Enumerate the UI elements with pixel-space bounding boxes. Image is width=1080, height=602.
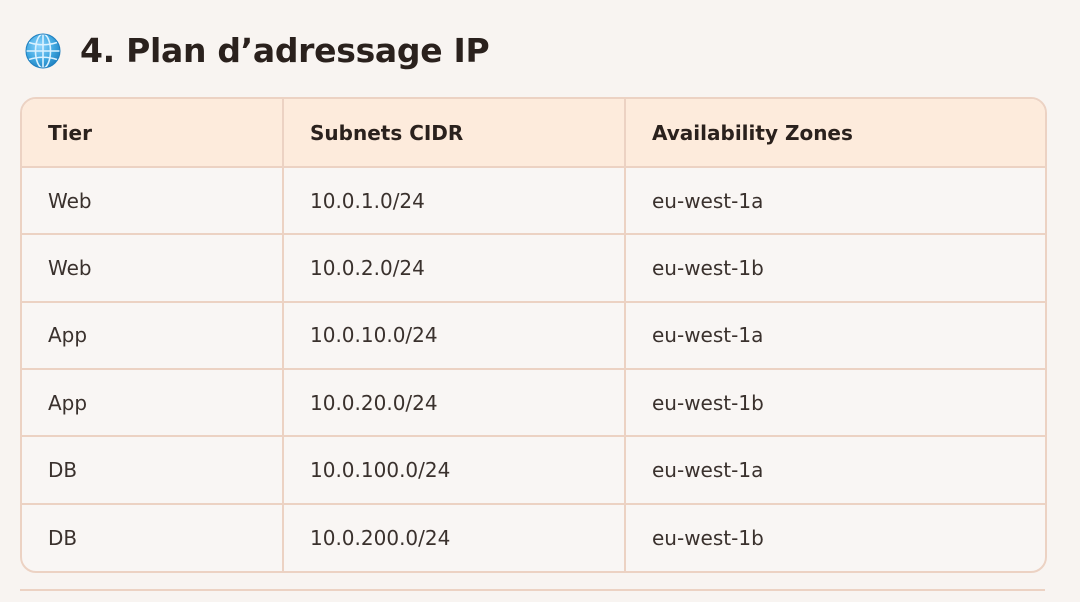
table-row: Web 10.0.2.0/24 eu-west-1b <box>22 234 1045 303</box>
cell-az: eu-west-1a <box>625 167 1045 236</box>
cell-cidr: 10.0.2.0/24 <box>283 234 626 303</box>
table-row: App 10.0.10.0/24 eu-west-1a <box>22 301 1045 370</box>
header-availability-zones: Availability Zones <box>625 99 1045 168</box>
cell-az: eu-west-1b <box>652 525 764 550</box>
header-tier: Tier <box>22 99 284 168</box>
cell-az: eu-west-1a <box>625 301 1045 370</box>
cell-tier: Web <box>22 167 284 236</box>
table-row: DB 10.0.100.0/24 eu-west-1a <box>22 436 1045 505</box>
cell-az: eu-west-1b <box>625 368 1045 438</box>
table-row: Web 10.0.1.0/24 eu-west-1a <box>22 167 1045 236</box>
section-title: 4. Plan d’adressage IP <box>80 31 490 70</box>
section-divider <box>20 589 1045 591</box>
cell-cidr: 10.0.200.0/24 <box>283 503 626 571</box>
header-subnets-cidr: Subnets CIDR <box>283 99 626 168</box>
ip-addressing-table: Tier Subnets CIDR Availability Zones Web… <box>20 97 1047 573</box>
globe-icon <box>24 32 62 70</box>
cell-cidr: 10.0.10.0/24 <box>283 301 626 370</box>
cell-cidr: 10.0.1.0/24 <box>283 167 626 236</box>
cell-tier: App <box>22 301 284 370</box>
cell-cidr: 10.0.20.0/24 <box>283 368 626 438</box>
cell-tier: Web <box>22 234 284 303</box>
cell-cidr: 10.0.100.0/24 <box>283 436 626 505</box>
cell-tier: DB <box>22 436 284 505</box>
cell-tier: App <box>22 368 284 438</box>
cell-az: eu-west-1b <box>625 234 1045 303</box>
cell-az: eu-west-1a <box>625 436 1045 505</box>
table-header-row: Tier Subnets CIDR Availability Zones <box>22 99 1045 168</box>
cell-tier: DB <box>22 503 284 571</box>
table-row: DB 10.0.200.0/24 eu-west-1b <box>22 503 1045 571</box>
table-row: App 10.0.20.0/24 eu-west-1b <box>22 368 1045 438</box>
section-heading: 4. Plan d’adressage IP <box>24 28 490 74</box>
